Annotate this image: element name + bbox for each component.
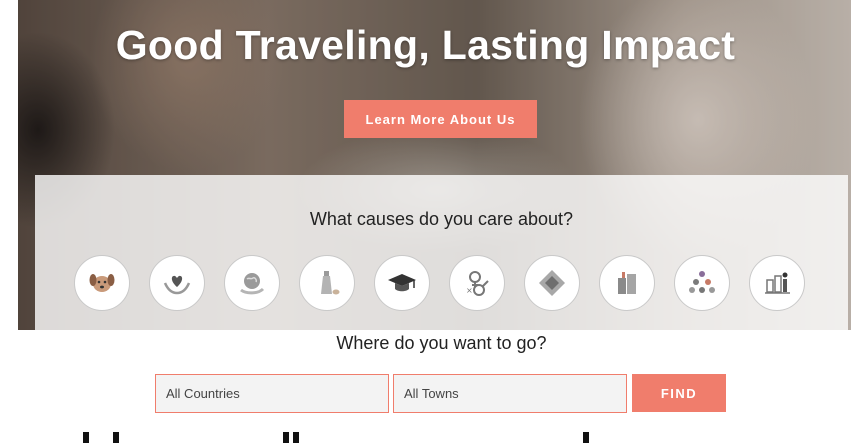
town-select[interactable]: All Towns (393, 374, 627, 413)
cause-health[interactable] (149, 255, 205, 311)
cause-urban[interactable] (749, 255, 805, 311)
cause-water[interactable] (299, 255, 355, 311)
learn-more-button[interactable]: Learn More About Us (344, 100, 537, 138)
gender-icon: × (466, 271, 489, 296)
community-icon (765, 272, 790, 294)
cause-community[interactable] (674, 255, 730, 311)
earth-hand-icon (240, 273, 265, 295)
causes-list: × (74, 255, 814, 311)
buildings-icon (618, 272, 636, 294)
cause-gender-equality[interactable]: × (449, 255, 505, 311)
svg-text:×: × (466, 286, 473, 295)
cause-education[interactable] (374, 255, 430, 311)
bottle-icon (321, 271, 340, 295)
cause-infrastructure[interactable] (599, 255, 655, 311)
search-panel: Where do you want to go? All Countries A… (35, 330, 848, 443)
causes-title: What causes do you care about? (309, 209, 574, 229)
causes-panel: What causes do you care about? × (35, 175, 848, 330)
country-select[interactable]: All Countries (155, 374, 389, 413)
hero-title: Good Traveling, Lasting Impact (115, 22, 736, 68)
people-group-icon (689, 271, 715, 293)
cause-economic[interactable] (524, 255, 580, 311)
clipped-content-strip (35, 432, 635, 443)
dog-icon (89, 274, 115, 292)
cause-environment[interactable] (224, 255, 280, 311)
graduation-cap-icon (388, 274, 416, 292)
cause-animals[interactable] (74, 255, 130, 311)
destination-title: Where do you want to go? (336, 333, 547, 353)
heart-in-hands-icon (163, 275, 191, 295)
diamond-icon (539, 270, 565, 296)
find-button[interactable]: FIND (632, 374, 726, 412)
